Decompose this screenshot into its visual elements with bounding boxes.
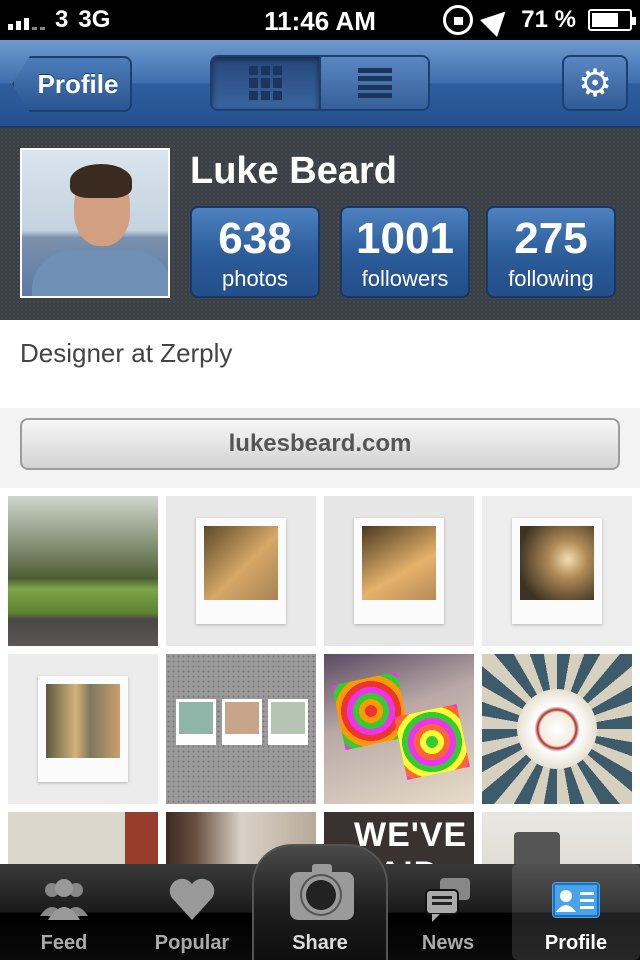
profile-bio: Designer at Zerply xyxy=(20,338,233,368)
tab-popular-label: Popular xyxy=(154,932,230,954)
navigation-bar: Profile ⚙ xyxy=(0,40,640,128)
photo-thumbnail[interactable] xyxy=(324,654,474,804)
photo-thumbnail[interactable] xyxy=(8,812,158,866)
website-link-button[interactable]: lukesbeard.com xyxy=(20,418,620,470)
tab-popular[interactable]: Popular xyxy=(128,864,256,960)
battery-fill xyxy=(592,13,618,27)
photo-thumbnail[interactable] xyxy=(166,654,316,804)
photo-thumbnail[interactable] xyxy=(166,496,316,646)
photos-count: 638 xyxy=(218,214,292,263)
tab-share[interactable]: Share xyxy=(252,844,388,960)
list-view-button[interactable] xyxy=(319,57,428,109)
photo-thumbnail[interactable] xyxy=(482,654,632,804)
view-mode-toggle xyxy=(210,55,430,111)
photo-thumbnail[interactable] xyxy=(8,496,158,646)
profile-name: Luke Beard xyxy=(190,150,397,192)
following-count: 275 xyxy=(514,214,588,263)
status-bar: 3 3G 11:46 AM 71 % xyxy=(0,0,640,40)
followers-count-button[interactable]: 1001 followers xyxy=(340,206,470,298)
following-label: following xyxy=(508,266,594,291)
status-right: 71 % xyxy=(443,3,636,37)
tab-news[interactable]: News xyxy=(384,864,512,960)
settings-button[interactable]: ⚙ xyxy=(562,55,628,111)
tab-news-label: News xyxy=(421,932,475,954)
back-button[interactable]: Profile xyxy=(12,56,132,112)
profile-header: Luke Beard 638 photos 1001 followers 275… xyxy=(0,128,640,320)
tab-feed-label: Feed xyxy=(40,932,88,954)
speech-bubbles-icon xyxy=(425,878,470,922)
photo-thumbnail[interactable] xyxy=(8,654,158,804)
photos-count-button[interactable]: 638 photos xyxy=(190,206,320,298)
tab-feed[interactable]: Feed xyxy=(0,864,128,960)
people-icon xyxy=(40,879,88,920)
following-count-button[interactable]: 275 following xyxy=(486,206,616,298)
photos-label: photos xyxy=(221,266,289,291)
photo-thumbnail[interactable] xyxy=(482,496,632,646)
photo-grid: WE'VE SAID IT xyxy=(0,488,640,866)
battery-icon xyxy=(588,9,636,31)
website-section: lukesbeard.com xyxy=(0,408,640,490)
followers-label: followers xyxy=(361,266,449,291)
rotation-lock-icon xyxy=(443,5,474,35)
camera-icon xyxy=(290,864,354,920)
photo-thumbnail[interactable] xyxy=(324,496,474,646)
grid-icon xyxy=(248,66,283,100)
grid-view-button[interactable] xyxy=(212,57,319,109)
photo-thumbnail[interactable] xyxy=(482,812,632,866)
avatar[interactable] xyxy=(20,148,170,298)
profile-card-icon xyxy=(552,882,600,918)
tab-profile-label: Profile xyxy=(544,932,608,954)
gear-icon: ⚙ xyxy=(577,62,613,105)
list-icon xyxy=(357,68,392,98)
tab-profile[interactable]: Profile xyxy=(512,864,640,960)
location-arrow-icon xyxy=(480,3,515,37)
tab-share-label: Share xyxy=(292,932,348,954)
battery-percent: 71 % xyxy=(521,6,576,33)
followers-count: 1001 xyxy=(356,214,454,263)
heart-icon xyxy=(169,878,215,920)
tab-bar: Feed Popular Share News Profile xyxy=(0,844,640,960)
